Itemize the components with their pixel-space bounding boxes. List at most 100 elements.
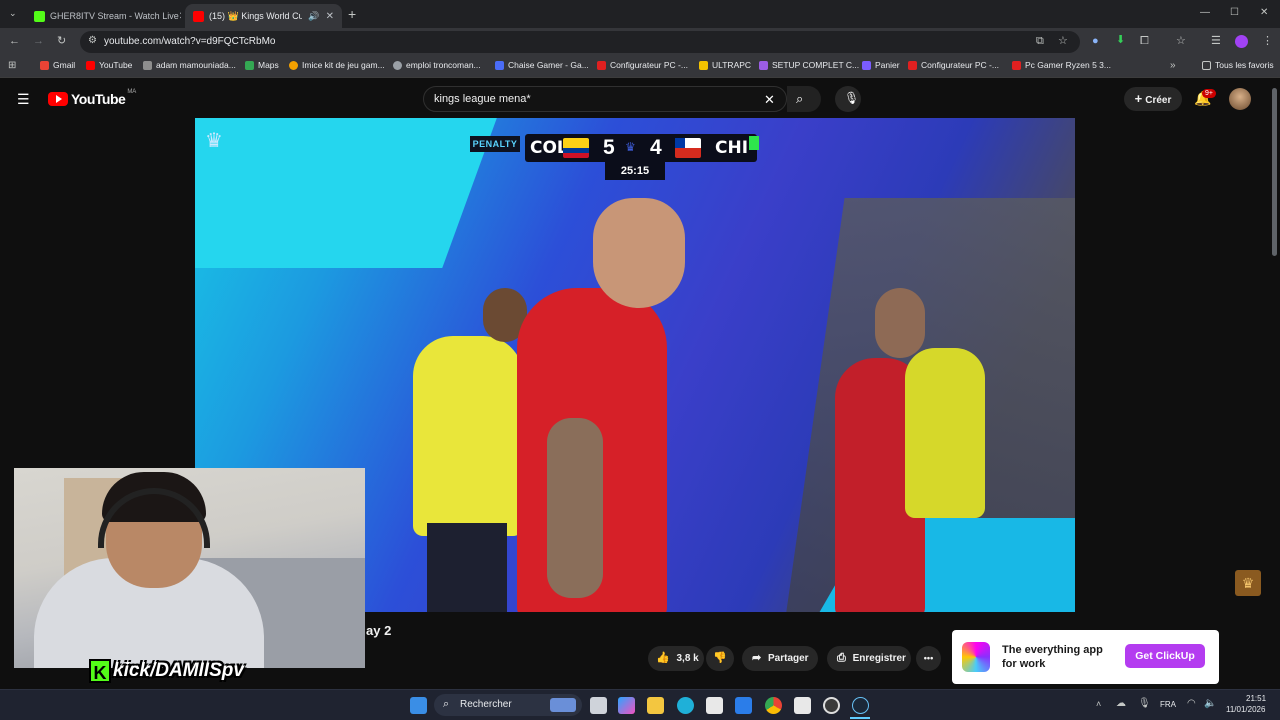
wifi-icon[interactable]: ◠ — [1187, 699, 1196, 709]
create-button[interactable]: + Créer — [1124, 87, 1182, 111]
more-actions-button[interactable]: ••• — [916, 646, 941, 671]
language-indicator[interactable]: FRA — [1160, 700, 1176, 709]
bookmarks-bar: ⊞ Gmail YouTube adam mamouniada... Maps … — [0, 56, 1280, 78]
tab-search-chevron-icon[interactable]: ⌄ — [9, 9, 17, 18]
bookmark-setup[interactable]: SETUP COMPLET C... — [759, 60, 859, 70]
chrome-icon[interactable] — [765, 697, 782, 714]
new-tab-button[interactable]: + — [348, 7, 356, 21]
search-value: kings league mena* — [434, 93, 531, 105]
like-button[interactable]: 👍 3,8 k — [648, 646, 704, 671]
tab-youtube[interactable]: (15) 👑 Kings World Cup N 🔊 ✕ — [185, 4, 342, 28]
bookmark-icon: ⎙ — [837, 652, 846, 664]
ad-cta-button[interactable]: Get ClickUp — [1125, 644, 1205, 668]
kick-icon — [34, 10, 45, 22]
minimize-icon[interactable]: — — [1200, 8, 1210, 18]
possession-indicator — [749, 136, 759, 150]
bookmark-configurateur-1[interactable]: Configurateur PC -... — [597, 60, 688, 70]
bookmark-ultrapc[interactable]: ULTRAPC — [699, 60, 751, 70]
youtube-header: ☰ YouTube MA kings league mena* ✕ ⌕ 🎙 + C… — [0, 78, 1280, 120]
apps-grid-icon[interactable]: ⊞ — [8, 61, 16, 71]
clickup-logo-icon — [962, 642, 990, 672]
app-icon[interactable] — [794, 697, 811, 714]
volume-icon[interactable]: 🔈 — [1204, 699, 1216, 709]
bookmark-maps[interactable]: Maps — [245, 60, 279, 70]
speaker-icon[interactable]: 🔊 — [308, 11, 319, 22]
bookmark-chaise[interactable]: Chaise Gamer - Ga... — [495, 60, 589, 70]
player-yellow-right — [905, 348, 985, 518]
avatar[interactable] — [1229, 88, 1251, 110]
dislike-button[interactable]: 👎 — [706, 646, 734, 671]
microphone-icon: 🎙 — [844, 91, 860, 105]
more-bookmarks-icon[interactable]: » — [1170, 61, 1176, 71]
save-button[interactable]: ⎙ Enregistrer — [827, 646, 911, 671]
bookmark-gmail[interactable]: Gmail — [40, 60, 75, 70]
bookmark-icon — [699, 60, 708, 70]
window-close-icon[interactable]: ✕ — [1260, 8, 1268, 18]
reload-icon[interactable]: ↻ — [57, 36, 66, 47]
task-view-icon[interactable] — [590, 697, 607, 714]
favorites-icon[interactable]: ☆ — [1176, 36, 1186, 47]
youtube-logo[interactable]: YouTube MA — [48, 89, 136, 107]
clear-search-icon[interactable]: ✕ — [764, 93, 775, 106]
file-explorer-icon[interactable] — [647, 697, 664, 714]
extensions-puzzle-icon[interactable]: ⧠ — [1140, 36, 1149, 47]
taskbar-search[interactable]: ⌕ Rechercher — [434, 694, 582, 716]
maximize-icon[interactable]: ☐ — [1230, 8, 1239, 18]
bookmark-panier[interactable]: Panier — [862, 60, 900, 70]
bookmark-adam[interactable]: adam mamouniada... — [143, 60, 236, 70]
bookmark-icon — [289, 60, 298, 70]
close-icon[interactable]: ✕ — [179, 11, 181, 22]
bookmark-star-icon[interactable]: ☆ — [1058, 36, 1068, 47]
install-app-icon[interactable]: ⧉ — [1036, 36, 1044, 47]
store-icon[interactable] — [706, 697, 723, 714]
search-input[interactable]: kings league mena* ✕ — [423, 86, 787, 112]
bookmark-icon — [143, 60, 152, 70]
mic-tray-icon[interactable]: 🎙 — [1138, 699, 1151, 709]
toolbar: ← → ↻ ⚙ youtube.com/watch?v=d9FQCTcRbMo … — [0, 28, 1280, 56]
page-scrollbar[interactable] — [1272, 88, 1277, 256]
bookmark-emploi[interactable]: emploi troncoman... — [393, 60, 481, 70]
widgets-icon[interactable] — [618, 697, 635, 714]
windows-start-icon[interactable] — [410, 697, 427, 714]
search-icon: ⌕ — [796, 91, 804, 106]
obs-icon[interactable] — [823, 697, 840, 714]
bookmark-imice[interactable]: Imice kit de jeu gam... — [289, 60, 385, 70]
tray-chevron-icon[interactable]: ˄ — [1096, 700, 1101, 709]
all-bookmarks[interactable]: Tous les favoris — [1202, 60, 1274, 70]
bookmark-pcgamer[interactable]: Pc Gamer Ryzen 5 3... — [1012, 60, 1111, 70]
tab-kick-stream[interactable]: GHER8ITV Stream - Watch Live ✕ — [26, 4, 181, 28]
voice-search-button[interactable]: 🎙 — [835, 86, 861, 112]
share-button[interactable]: ➦ Partager — [742, 646, 818, 671]
player-yellow-left — [413, 336, 523, 536]
onedrive-icon[interactable]: ☁ — [1116, 699, 1126, 709]
steam-icon[interactable] — [852, 697, 869, 714]
url-text: youtube.com/watch?v=d9FQCTcRbMo — [104, 36, 276, 47]
site-info-icon[interactable]: ⚙ — [88, 36, 97, 46]
notification-badge: 9+ — [1202, 89, 1216, 98]
edge-icon[interactable] — [677, 697, 694, 714]
profile-avatar[interactable] — [1235, 35, 1248, 48]
tab-title: (15) 👑 Kings World Cup N — [209, 10, 303, 21]
tab-title: GHER8ITV Stream - Watch Live — [50, 11, 179, 21]
reading-list-icon[interactable]: ☰ — [1211, 36, 1221, 47]
clock-date[interactable]: 11/01/2026 — [1226, 705, 1265, 714]
download-icon[interactable]: ⬇ — [1116, 35, 1125, 46]
home-score: 5 — [603, 136, 615, 159]
search-button[interactable]: ⌕ — [787, 86, 821, 112]
bookmark-youtube[interactable]: YouTube — [86, 60, 132, 70]
mail-icon[interactable] — [735, 697, 752, 714]
thumbs-up-icon: 👍 — [656, 652, 670, 664]
channel-watermark-icon[interactable]: ♛ — [1235, 570, 1261, 596]
bookmark-configurateur-2[interactable]: Configurateur PC -... — [908, 60, 999, 70]
player-yellow-left-shorts — [427, 523, 507, 612]
address-bar[interactable]: ⚙ youtube.com/watch?v=d9FQCTcRbMo ⧉ ☆ — [80, 31, 1080, 53]
ad-banner[interactable]: The everything app for work Get ClickUp — [952, 630, 1219, 684]
clock-time[interactable]: 21:51 — [1246, 694, 1266, 703]
close-icon[interactable]: ✕ — [326, 11, 334, 22]
hamburger-menu-icon[interactable]: ☰ — [17, 92, 30, 106]
menu-kebab-icon[interactable]: ⋮ — [1262, 36, 1273, 47]
extension-icon[interactable]: ● — [1092, 36, 1099, 47]
back-icon[interactable]: ← — [9, 36, 20, 47]
forward-icon[interactable]: → — [33, 36, 44, 47]
webcam-overlay — [14, 468, 365, 668]
